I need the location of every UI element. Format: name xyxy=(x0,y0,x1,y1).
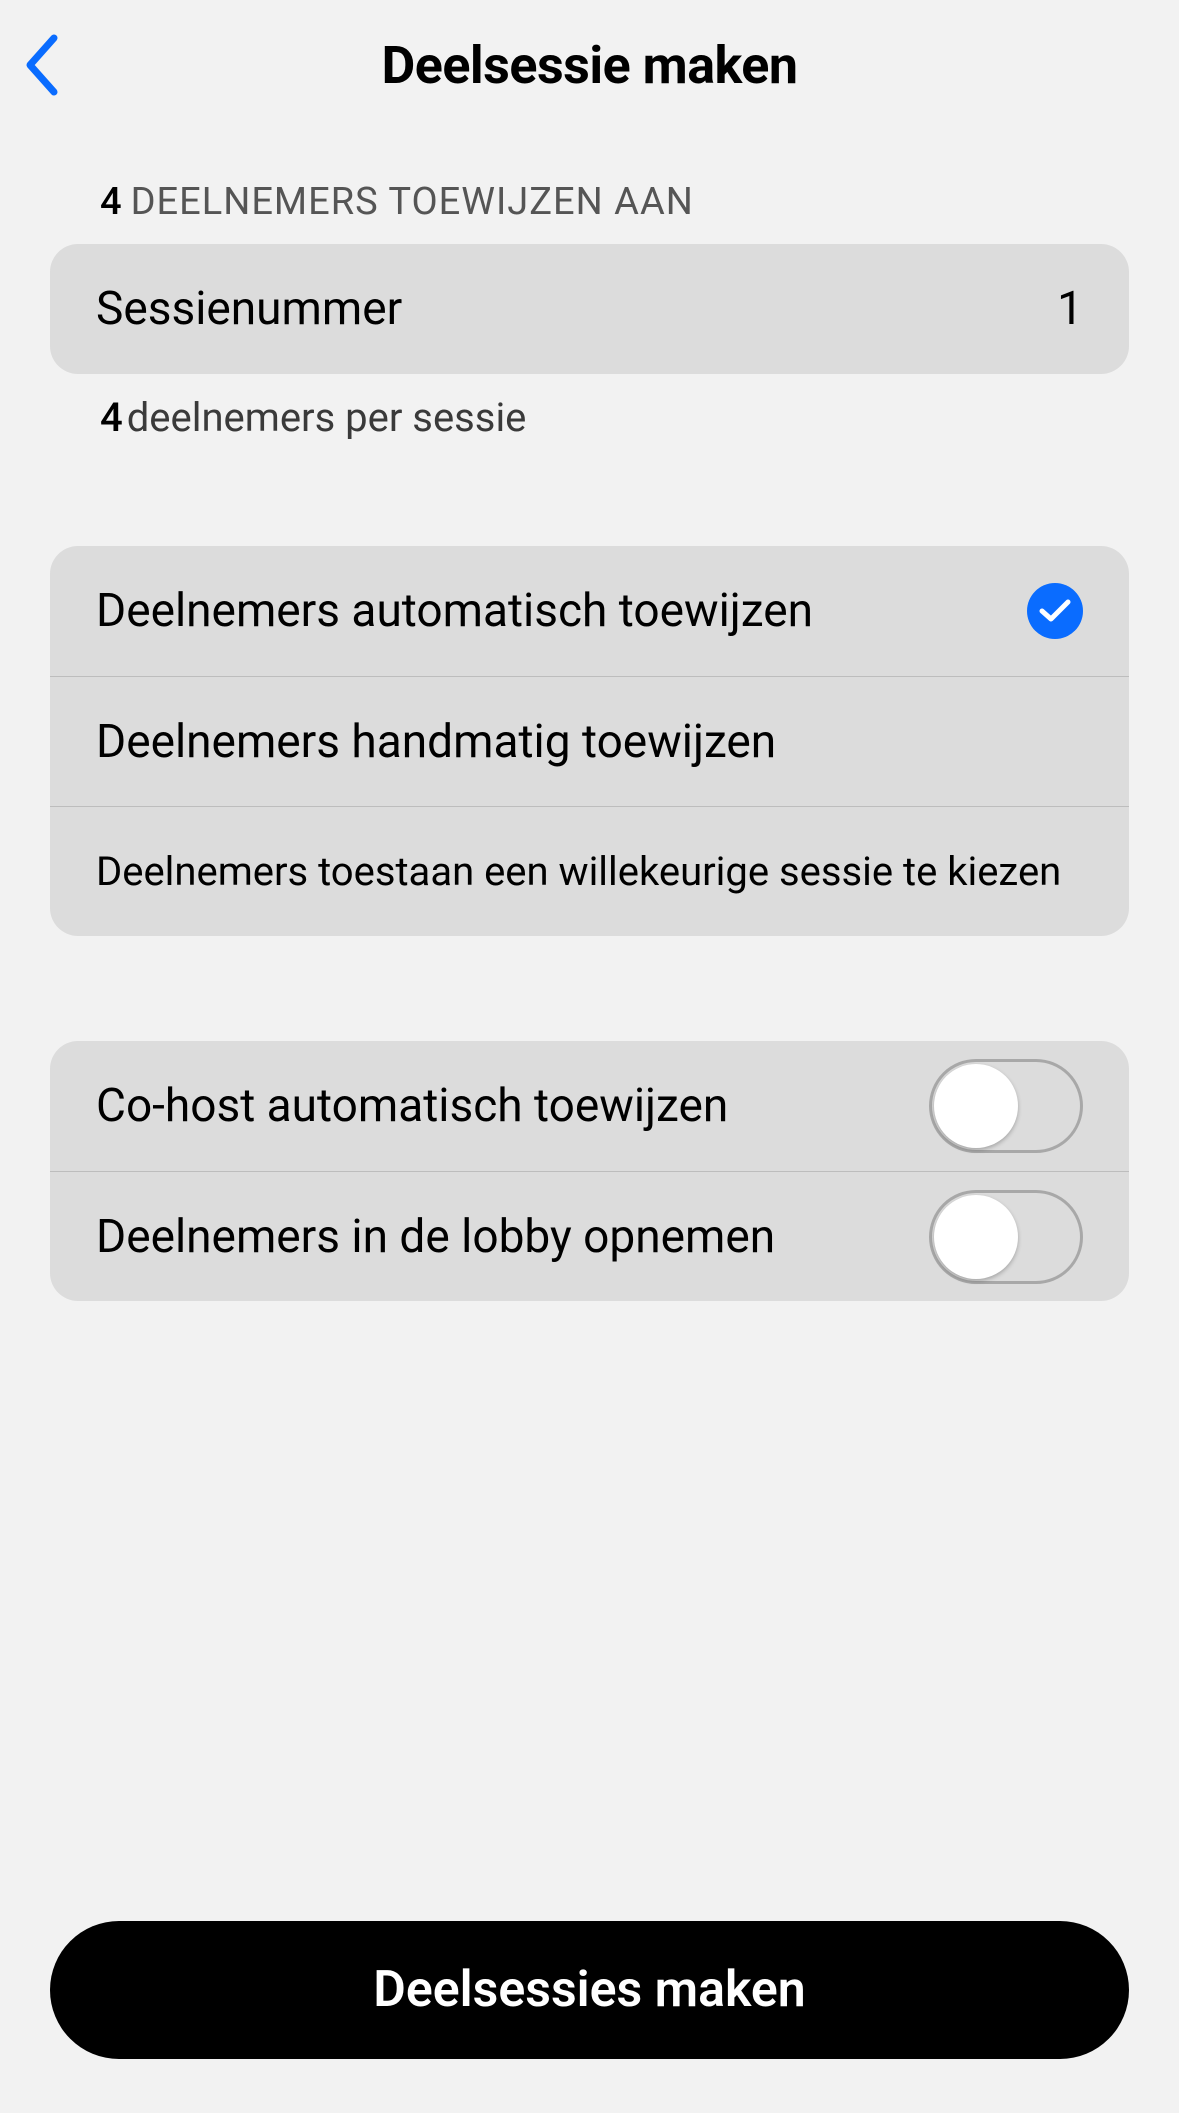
section-header-assign: 4DEELNEMERS TOEWIJZEN AAN xyxy=(0,130,1179,244)
assign-manual-option[interactable]: Deelnemers handmatig toewijzen xyxy=(50,676,1129,806)
header: Deelsessie maken xyxy=(0,0,1179,130)
chevron-left-icon xyxy=(24,34,60,96)
toggle-knob-icon xyxy=(934,1195,1018,1279)
checkmark-selected-icon xyxy=(1027,583,1083,639)
toggles-card: Co-host automatisch toewijzen Deelnemers… xyxy=(50,1041,1129,1301)
section-header-text: DEELNEMERS TOEWIJZEN AAN xyxy=(131,180,694,224)
participant-count: 4 xyxy=(100,180,123,224)
assign-auto-option[interactable]: Deelnemers automatisch toewijzen xyxy=(50,546,1129,676)
assign-auto-label: Deelnemers automatisch toewijzen xyxy=(96,584,1027,638)
allow-choose-option[interactable]: Deelnemers toestaan een willekeurige ses… xyxy=(50,806,1129,936)
toggle-knob-icon xyxy=(934,1064,1018,1148)
participants-per-session-note: 4deelnemers per sessie xyxy=(0,374,1179,441)
participants-per-session-text: deelnemers per sessie xyxy=(127,394,527,441)
page-title: Deelsessie maken xyxy=(381,35,797,96)
back-button[interactable] xyxy=(24,29,80,101)
lobby-toggle-label: Deelnemers in de lobby opnemen xyxy=(96,1210,929,1264)
create-sessions-button-label: Deelsessies maken xyxy=(373,1961,805,2019)
lobby-toggle[interactable] xyxy=(929,1190,1083,1284)
allow-choose-label: Deelnemers toestaan een willekeurige ses… xyxy=(96,848,1083,895)
assignment-mode-card: Deelnemers automatisch toewijzen Deelnem… xyxy=(50,546,1129,936)
session-number-value: 1 xyxy=(1057,282,1083,336)
participants-per-session-count: 4 xyxy=(100,394,123,441)
cohost-toggle-row: Co-host automatisch toewijzen xyxy=(50,1041,1129,1171)
cohost-toggle[interactable] xyxy=(929,1059,1083,1153)
cohost-toggle-label: Co-host automatisch toewijzen xyxy=(96,1079,929,1133)
create-sessions-button[interactable]: Deelsessies maken xyxy=(50,1921,1129,2059)
lobby-toggle-row: Deelnemers in de lobby opnemen xyxy=(50,1171,1129,1301)
session-number-row[interactable]: Sessienummer 1 xyxy=(50,244,1129,374)
session-number-card: Sessienummer 1 xyxy=(50,244,1129,374)
assign-manual-label: Deelnemers handmatig toewijzen xyxy=(96,715,1083,769)
session-number-label: Sessienummer xyxy=(96,282,1057,336)
